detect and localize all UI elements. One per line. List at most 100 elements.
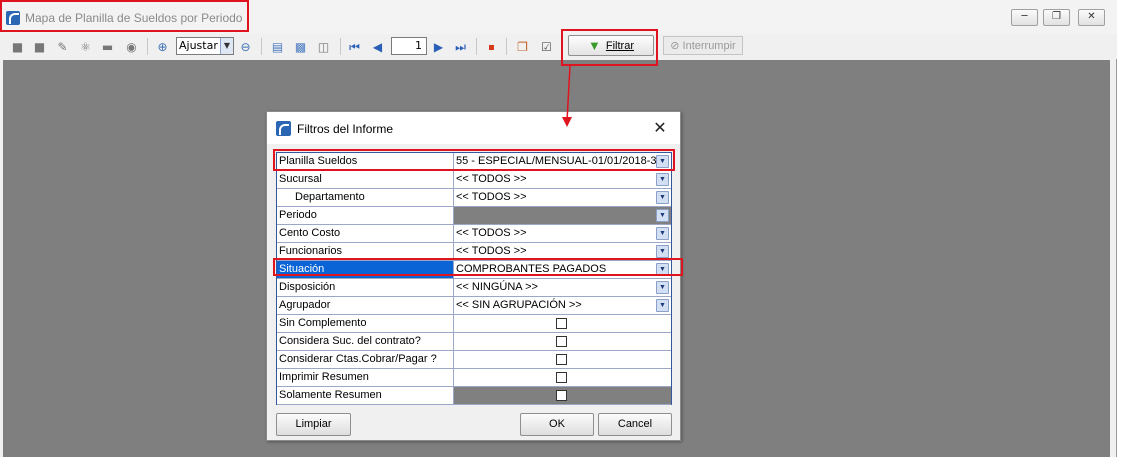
window-title: Mapa de Planilla de Sueldos por Periodo [25, 11, 243, 25]
copy-report-icon[interactable]: ❐ [515, 39, 530, 54]
row-value: COMPROBANTES PAGADOS [456, 263, 607, 275]
filter-row-departamento: Departamento << TODOS >> ▼ [277, 189, 671, 207]
page-number-input[interactable]: 1 [391, 37, 427, 55]
restore-icon: ❐ [1052, 11, 1061, 22]
row-label: Imprimir Resumen [277, 369, 454, 387]
filter-row-considerar-ctas: Considerar Ctas.Cobrar/Pagar ? [277, 351, 671, 369]
sucursal-combo[interactable]: << TODOS >> ▼ [454, 171, 671, 189]
save-icon[interactable]: ■ [32, 39, 47, 54]
chevron-down-icon[interactable]: ▼ [656, 245, 669, 258]
find-icon[interactable]: ◉ [124, 39, 139, 54]
email-icon[interactable]: ▬ [100, 39, 115, 54]
chevron-down-icon[interactable]: ▼ [656, 155, 669, 168]
imprimir-resumen-checkbox[interactable] [556, 372, 567, 383]
solamente-resumen-checkbox[interactable] [556, 390, 567, 401]
filter-row-planilla-sueldos: Planilla Sueldos 55 - ESPECIAL/MENSUAL-0… [277, 153, 671, 171]
chevron-down-icon[interactable]: ▼ [220, 38, 233, 54]
previous-page-icon[interactable]: ◀ [370, 39, 385, 54]
disposicion-combo[interactable]: << NINGÚNA >> ▼ [454, 279, 671, 297]
app-icon [276, 121, 291, 136]
funnel-icon: ▼ [588, 38, 601, 53]
close-icon: ✕ [1087, 11, 1096, 22]
report-toolbar: ■ ■ ✎ ⚛ ▬ ◉ ⊕ Ajustar a ▼ ⊖ ▤ ▩ ◫ ⏮ ◀ 1 … [0, 34, 1117, 59]
chevron-down-icon[interactable]: ▼ [656, 191, 669, 204]
row-value: << NINGÚNA >> [456, 281, 538, 293]
row-label: Considera Suc. del contrato? [277, 333, 454, 351]
funcionarios-combo[interactable]: << TODOS >> ▼ [454, 243, 671, 261]
row-value-cell [454, 387, 671, 405]
row-value: << TODOS >> [456, 245, 527, 257]
cento-costo-combo[interactable]: << TODOS >> ▼ [454, 225, 671, 243]
dialog-title: Filtros del Informe [297, 122, 394, 136]
sin-complemento-checkbox[interactable] [556, 318, 567, 329]
toolbar-separator [147, 38, 148, 55]
app-icon [6, 11, 20, 25]
chevron-down-icon[interactable]: ▼ [656, 263, 669, 276]
filter-row-sin-complemento: Sin Complemento [277, 315, 671, 333]
next-page-icon[interactable]: ▶ [431, 39, 446, 54]
filtros-dialog: Filtros del Informe ✕ Planilla Sueldos 5… [266, 111, 681, 441]
properties-icon[interactable]: ☑ [539, 39, 554, 54]
toolbar-separator [261, 38, 262, 55]
row-label: Solamente Resumen [277, 387, 454, 405]
limpiar-label: Limpiar [295, 418, 332, 430]
ok-button[interactable]: OK [520, 413, 594, 436]
row-value-cell [454, 351, 671, 369]
page-setup-icon[interactable]: ◫ [316, 39, 331, 54]
filter-row-sucursal: Sucursal << TODOS >> ▼ [277, 171, 671, 189]
report-window: Mapa de Planilla de Sueldos por Periodo … [0, 0, 1117, 457]
last-page-icon[interactable]: ⏭ [453, 39, 468, 54]
chevron-down-icon[interactable]: ▼ [656, 299, 669, 312]
chevron-down-icon[interactable]: ▼ [656, 227, 669, 240]
single-page-icon[interactable]: ▤ [270, 39, 285, 54]
row-label: Funcionarios [277, 243, 454, 261]
situacion-combo[interactable]: COMPROBANTES PAGADOS ▼ [454, 261, 671, 279]
considerar-ctas-checkbox[interactable] [556, 354, 567, 365]
row-value: << TODOS >> [456, 227, 527, 239]
ok-label: OK [549, 418, 565, 430]
multi-page-icon[interactable]: ▩ [293, 39, 308, 54]
stop-icon[interactable]: ⏹ [484, 39, 499, 54]
planilla-sueldos-combo[interactable]: 55 - ESPECIAL/MENSUAL-01/01/2018-31/ ▼ [454, 153, 671, 171]
filtrar-button[interactable]: ▼ Filtrar [568, 35, 654, 56]
minimize-button[interactable]: ─ [1011, 9, 1038, 26]
limpiar-button[interactable]: Limpiar [276, 413, 351, 436]
close-icon[interactable]: ✕ [650, 118, 670, 138]
chevron-down-icon[interactable]: ▼ [656, 173, 669, 186]
chevron-down-icon[interactable]: ▼ [656, 281, 669, 294]
toolbar-separator [506, 38, 507, 55]
row-value-cell [454, 333, 671, 351]
agrupador-combo[interactable]: << SIN AGRUPACIÓN >> ▼ [454, 297, 671, 315]
row-value-cell [454, 315, 671, 333]
row-value: << SIN AGRUPACIÓN >> [456, 299, 582, 311]
export-icon[interactable]: ✎ [55, 39, 70, 54]
print-icon[interactable]: ■ [10, 39, 25, 54]
row-label: Sucursal [277, 171, 454, 189]
minimize-icon: ─ [1021, 11, 1028, 22]
chevron-down-icon[interactable]: ▼ [656, 209, 669, 222]
row-label: Considerar Ctas.Cobrar/Pagar ? [277, 351, 454, 369]
zoom-in-icon[interactable]: ⊕ [155, 39, 170, 54]
close-button[interactable]: ✕ [1078, 9, 1105, 26]
filter-row-imprimir-resumen: Imprimir Resumen [277, 369, 671, 387]
toolbar-separator [340, 38, 341, 55]
row-value-cell [454, 369, 671, 387]
filter-row-considera-suc: Considera Suc. del contrato? [277, 333, 671, 351]
row-label: Periodo [277, 207, 454, 225]
pdf-icon[interactable]: ⚛ [78, 39, 93, 54]
filtrar-label: Filtrar [605, 39, 634, 52]
zoom-out-icon[interactable]: ⊖ [238, 39, 253, 54]
periodo-combo[interactable]: ▼ [454, 207, 671, 225]
row-label: Planilla Sueldos [277, 153, 454, 171]
departamento-combo[interactable]: << TODOS >> ▼ [454, 189, 671, 207]
cancel-button[interactable]: Cancel [598, 413, 672, 436]
maximize-button[interactable]: ❐ [1043, 9, 1070, 26]
row-label: Departamento [277, 189, 454, 207]
interrumpir-button[interactable]: ⊘ Interrumpir [663, 36, 743, 55]
considera-suc-checkbox[interactable] [556, 336, 567, 347]
filter-grid: Planilla Sueldos 55 - ESPECIAL/MENSUAL-0… [276, 152, 672, 405]
filter-row-disposicion: Disposición << NINGÚNA >> ▼ [277, 279, 671, 297]
zoom-select[interactable]: Ajustar a ▼ [176, 37, 234, 55]
row-value: << TODOS >> [456, 191, 527, 203]
first-page-icon[interactable]: ⏮ [347, 39, 362, 54]
